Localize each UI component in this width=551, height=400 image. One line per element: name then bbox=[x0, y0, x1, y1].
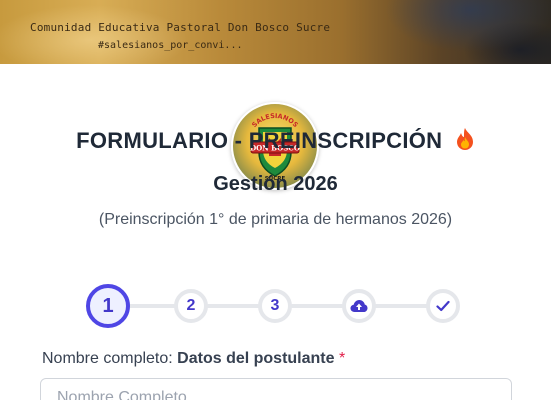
cloud-upload-icon bbox=[350, 300, 368, 312]
step-1[interactable]: 1 bbox=[86, 284, 130, 328]
step-2-number: 2 bbox=[186, 297, 196, 314]
svg-text:SALESIANOS: SALESIANOS bbox=[250, 112, 300, 129]
banner-institution-text: Comunidad Educativa Pastoral Don Bosco S… bbox=[30, 21, 331, 34]
step-1-number: 1 bbox=[102, 294, 114, 317]
header-banner: Comunidad Educativa Pastoral Don Bosco S… bbox=[0, 0, 551, 64]
step-3[interactable]: 3 bbox=[258, 289, 292, 323]
step-3-number: 3 bbox=[270, 297, 280, 314]
page-description: (Preinscripción 1° de primaria de herman… bbox=[98, 211, 453, 228]
form-stepper: 1 2 3 bbox=[0, 284, 551, 328]
check-icon bbox=[436, 300, 450, 312]
page-title: FORMULARIO - PREINSCRIPCIÓN bbox=[76, 128, 443, 153]
form-title-row: FORMULARIO - PREINSCRIPCIÓN bbox=[0, 128, 551, 154]
logo-salesianos-text: SALESIANOS bbox=[250, 112, 300, 129]
step-confirm[interactable] bbox=[426, 289, 460, 323]
full-name-label-prefix: Nombre completo: bbox=[42, 350, 173, 367]
page: Comunidad Educativa Pastoral Don Bosco S… bbox=[0, 0, 551, 400]
required-mark: * bbox=[338, 350, 346, 367]
full-name-input[interactable] bbox=[40, 378, 512, 400]
full-name-label-bold: Datos del postulante bbox=[177, 350, 335, 367]
step-2[interactable]: 2 bbox=[174, 289, 208, 323]
banner-hashtag-text: #salesianos_por_convi... bbox=[98, 40, 243, 51]
fire-icon bbox=[455, 127, 475, 151]
full-name-label: Nombre completo: Datos del postulante * bbox=[42, 350, 345, 368]
page-subtitle: Gestión 2026 bbox=[213, 173, 338, 195]
step-upload[interactable] bbox=[342, 289, 376, 323]
